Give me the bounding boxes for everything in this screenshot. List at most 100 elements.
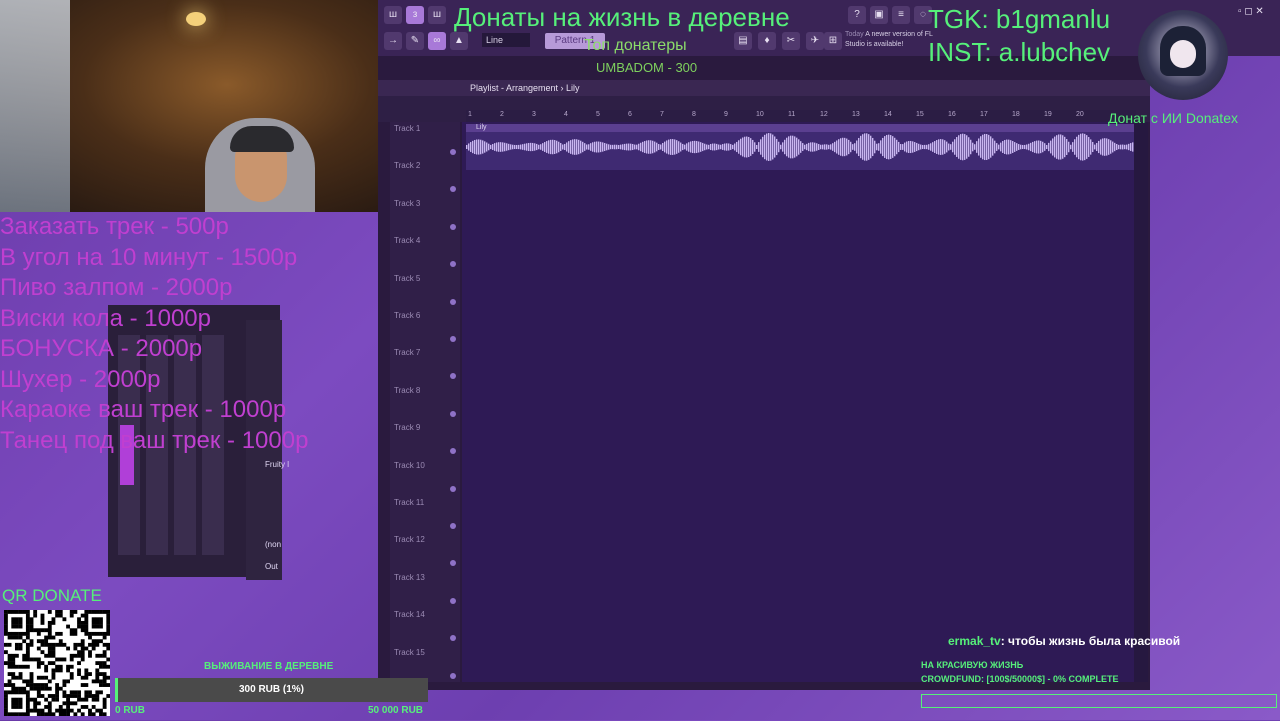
track-mute-button[interactable] [450, 298, 456, 305]
crowdfund-title: НА КРАСИВУЮ ЖИЗНЬ [921, 660, 1024, 670]
track-mute-button[interactable] [450, 485, 456, 492]
chat-message: ermak_tv: чтобы жизнь была красивой [948, 634, 1180, 648]
chat-text: : чтобы жизнь была красивой [1000, 634, 1181, 648]
record-icon[interactable]: ш [428, 6, 446, 24]
help-icon[interactable]: ? [848, 6, 866, 24]
snap-mode-select[interactable]: Line [482, 33, 530, 47]
qr-code-pattern [4, 610, 111, 717]
stamp-icon[interactable]: ▲ [450, 32, 468, 50]
menu-icon[interactable]: ш [384, 6, 402, 24]
pencil-icon[interactable]: ✎ [406, 32, 424, 50]
track-label[interactable]: Track 3 [394, 199, 420, 208]
track-label[interactable]: Track 8 [394, 386, 420, 395]
crowdfund-status: CROWDFUND: [100$/50000$] - 0% COMPLETE [921, 674, 1119, 684]
track-mute-button[interactable] [450, 597, 456, 604]
bulb-icon[interactable]: ♦ [758, 32, 776, 50]
audio-clip-label: Lily [476, 124, 487, 131]
track-label[interactable]: Track 14 [394, 610, 425, 619]
playlist-grid[interactable] [462, 122, 1134, 682]
audio-clip[interactable] [466, 124, 1134, 170]
goal-max: 50 000 RUB [368, 705, 424, 716]
price-list: Заказать трек - 500р В угол на 10 минут -… [0, 212, 380, 456]
track-mute-button[interactable] [450, 672, 456, 679]
timeline-tick: 14 [884, 111, 892, 118]
mixer-icon[interactable]: ≡ [892, 6, 910, 24]
track-label[interactable]: Track 2 [394, 161, 420, 170]
price-list-item: Виски кола - 1000р [0, 304, 211, 332]
timeline-tick: 4 [564, 111, 568, 118]
webcam-window [0, 0, 70, 212]
timeline-tick: 1 [468, 111, 472, 118]
top-donor-entry: UMBADOM - 300 [596, 60, 698, 75]
mixer-slot-none[interactable]: (non [265, 540, 281, 549]
stream-headline: Донаты на жизнь в деревне [454, 2, 790, 32]
qr-code [4, 610, 111, 717]
timeline-tick: 12 [820, 111, 828, 118]
avatar-face [1170, 40, 1196, 68]
track-mute-button[interactable] [450, 149, 456, 155]
timeline-tick: 7 [660, 111, 664, 118]
window-controls[interactable]: ▫ ◻ ✕ [1238, 6, 1264, 17]
plugin-icon[interactable]: ▤ [734, 32, 752, 50]
update-notice-time: Today [845, 31, 864, 38]
top-donors-title: Топ донатеры [584, 37, 687, 54]
snap-icon[interactable]: з [406, 6, 424, 24]
track-mute-button[interactable] [450, 223, 456, 230]
playlist-title: Playlist - Arrangement › Lily [470, 83, 580, 93]
track-label[interactable]: Track 15 [394, 648, 425, 657]
arrow-icon[interactable]: → [384, 32, 402, 50]
price-list-item: Пиво залпом - 2000р [0, 274, 233, 301]
webcam-lamp [186, 12, 206, 26]
tools-icon[interactable]: ✂ [782, 32, 800, 50]
update-notice[interactable]: Today A newer version of FL Studio is av… [845, 30, 935, 50]
timeline-tick: 9 [724, 111, 728, 118]
timeline-tick: 19 [1044, 111, 1052, 118]
track-label[interactable]: Track 4 [394, 236, 420, 245]
telegram-handle: TGK: b1gmanlu [928, 4, 1111, 34]
timeline-tick: 16 [948, 111, 956, 118]
timeline-tick: 17 [980, 111, 988, 118]
price-list-item: Танец под ваш трек - 1000р [0, 426, 309, 454]
timeline-tick: 5 [596, 111, 600, 118]
timeline-tick: 3 [532, 111, 536, 118]
timeline-tick: 18 [1012, 111, 1020, 118]
price-list-item: Заказать трек - 500р [0, 213, 229, 240]
timeline-tick: 2 [500, 111, 504, 118]
track-mute-button[interactable] [450, 410, 456, 417]
qr-donate-label: QR DONATE [2, 586, 102, 605]
price-list-item: Караоке ваш трек - 1000р [0, 396, 287, 423]
timeline-tick: 11 [788, 111, 796, 118]
timeline-tick: 20 [1076, 111, 1084, 118]
track-label[interactable]: Track 5 [394, 274, 420, 283]
chat-username: ermak_tv [948, 634, 1001, 648]
price-list-item: В угол на 10 минут - 1500р [0, 243, 298, 271]
timeline-tick: 13 [852, 111, 860, 118]
webcam-streamer-cap [230, 126, 294, 152]
price-list-item: Шухер - 2000р [0, 365, 161, 393]
playlist-scrollbar[interactable] [1134, 122, 1148, 682]
crowdfund-progress-bar [921, 694, 1277, 708]
track-label[interactable]: Track 11 [394, 498, 424, 507]
track-label[interactable]: Track 1 [394, 124, 420, 133]
export-icon[interactable]: ✈ [806, 32, 824, 50]
goal-min: 0 RUB [115, 705, 146, 716]
save-icon[interactable]: ▣ [870, 6, 888, 24]
instagram-handle: INST: a.lubchev [928, 37, 1111, 67]
track-mute-button[interactable] [450, 336, 456, 342]
track-label[interactable]: Track 7 [394, 348, 420, 357]
timeline-tick: 10 [756, 111, 764, 118]
track-mute-button[interactable] [450, 523, 456, 529]
track-label[interactable]: Track 9 [394, 423, 420, 432]
link-icon[interactable]: ∞ [428, 32, 446, 50]
track-label[interactable]: Track 10 [394, 461, 425, 470]
price-list-item: БОНУСКА - 2000р [0, 335, 203, 362]
mixer-output[interactable]: Out [265, 562, 278, 571]
track-label[interactable]: Track 13 [394, 573, 425, 582]
track-label[interactable]: Track 6 [394, 311, 420, 320]
cart-icon[interactable]: ⊞ [824, 32, 842, 50]
donatex-label: Донат с ИИ Donatex [1108, 110, 1238, 126]
waveform [466, 133, 1134, 161]
mixer-slot-plugin[interactable]: Fruity l [265, 460, 289, 469]
track-label[interactable]: Track 12 [394, 535, 425, 544]
goal-progress-text: 300 RUB (1%) [238, 684, 305, 695]
